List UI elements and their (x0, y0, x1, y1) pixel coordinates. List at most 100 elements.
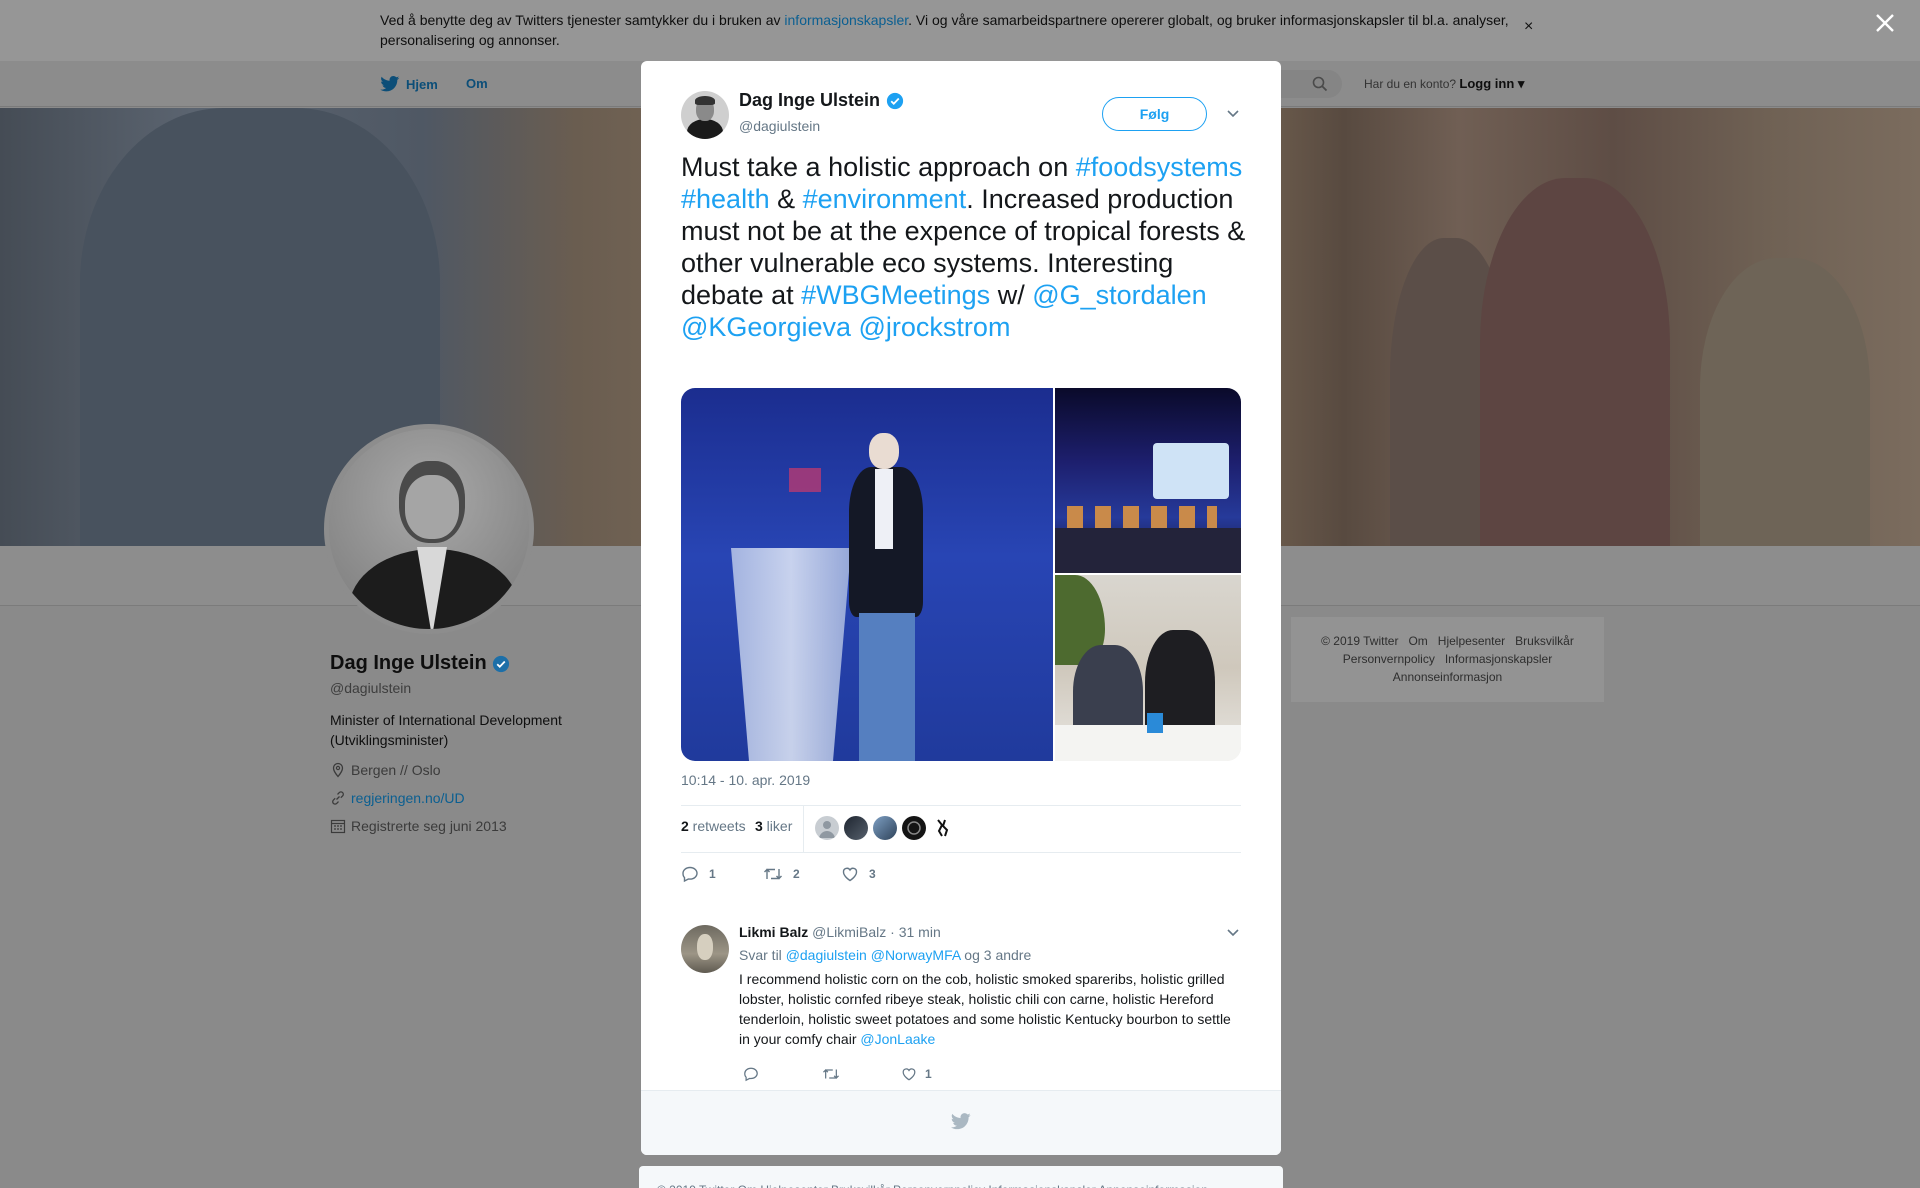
tweet-timestamp[interactable]: 10:14 - 10. apr. 2019 (681, 772, 810, 788)
reply-to-mention-dagiulstein[interactable]: @dagiulstein (786, 947, 867, 963)
retweet-icon (764, 868, 782, 880)
chevron-down-icon[interactable] (1226, 928, 1240, 938)
tweet-text-segment: Must take a holistic approach on (681, 152, 1076, 182)
hashtag-environment[interactable]: #environment (803, 184, 967, 214)
reply-to-mention-norwaymfa[interactable]: @NorwayMFA (871, 947, 961, 963)
cookie-text-before: Ved å benytte deg av Twitters tjenester … (380, 12, 785, 28)
retweets-count: 2 (681, 818, 689, 834)
page-bottom-footer: © 2019 Twitter Om Hjelpesenter Bruksvilk… (639, 1166, 1283, 1188)
liker-avatar[interactable] (873, 816, 897, 840)
profile-location-label: Bergen // Oslo (351, 762, 441, 778)
tweet-stats: 2 retweets 3 liker (681, 805, 1241, 853)
profile-location: Bergen // Oslo (330, 762, 441, 778)
like-button[interactable]: 3 (841, 865, 876, 883)
footer-link-cookies[interactable]: Informasjonskapsler (1445, 652, 1552, 666)
tweet-modal: Dag Inge Ulstein @dagiulstein Følg Must … (641, 61, 1281, 1155)
tweet-author-name-label: Dag Inge Ulstein (739, 90, 881, 110)
reply-to-suffix[interactable]: og 3 andre (960, 947, 1031, 963)
tweet-photo-panel[interactable] (1055, 388, 1241, 573)
profile-website-link[interactable]: regjeringen.no/UD (351, 790, 465, 806)
reply-author-handle[interactable]: @LikmiBalz (812, 924, 886, 940)
reply-button[interactable]: 1 (681, 865, 716, 883)
reply-to-prefix: Svar til (739, 947, 786, 963)
mention-jrockstrom[interactable]: @jrockstrom (859, 312, 1011, 342)
cookie-close-button[interactable]: × (1524, 18, 1533, 36)
banner-figure (1700, 258, 1870, 546)
tweet-actions: 1 2 3 (681, 861, 1241, 891)
link-icon (332, 791, 344, 805)
cookie-link[interactable]: informasjonskapsler (784, 12, 908, 28)
reply-author-avatar[interactable] (681, 925, 729, 973)
reply-actions: 1 (739, 1064, 1139, 1086)
twitter-bird-icon (380, 76, 400, 92)
login-link[interactable]: Logg inn ▾ (1459, 76, 1524, 91)
mention-g-stordalen[interactable]: @G_stordalen (1032, 280, 1207, 310)
twitter-bird-icon (951, 1113, 971, 1130)
tweet-author-handle[interactable]: @dagiulstein (739, 118, 820, 134)
reply-retweet-button[interactable] (822, 1066, 840, 1082)
reply-icon (682, 866, 698, 883)
reply-to-line: Svar til @dagiulstein @NorwayMFA og 3 an… (739, 947, 1031, 963)
retweets-label: retweets (688, 818, 746, 834)
reply-time[interactable]: · 31 min (886, 924, 941, 940)
reply-reply-button[interactable] (743, 1066, 759, 1082)
reply-like-button[interactable]: 1 (901, 1066, 932, 1082)
liker-avatar[interactable] (844, 816, 868, 840)
liker-avatar[interactable] (931, 816, 955, 840)
profile-handle[interactable]: @dagiulstein (330, 680, 411, 696)
follow-button[interactable]: Følg (1102, 97, 1207, 131)
login-area: Har du en konto? Logg inn ▾ (1364, 76, 1524, 92)
login-link-label: Logg inn (1459, 76, 1515, 91)
retweet-button[interactable]: 2 (763, 865, 800, 883)
nav-about-link[interactable]: Om (466, 76, 488, 91)
verified-badge-icon (886, 92, 904, 109)
heart-icon (842, 867, 858, 882)
mention-jonlaake[interactable]: @JonLaake (860, 1031, 935, 1047)
hashtag-foodsystems[interactable]: #foodsystems (1076, 152, 1243, 182)
site-footer-box: © 2019 Twitter Om Hjelpesenter Bruksvilkår … (1291, 617, 1604, 702)
tweet-author-name[interactable]: Dag Inge Ulstein (739, 90, 904, 111)
footer-link-terms[interactable]: Bruksvilkår (1515, 634, 1574, 648)
modal-footer (641, 1090, 1281, 1155)
likes-stat[interactable]: 3 liker (755, 818, 792, 834)
footer-link-privacy[interactable]: Personvernpolicy (1343, 652, 1435, 666)
reply-author-name[interactable]: Likmi Balz (739, 924, 808, 940)
tweet-author-avatar[interactable] (681, 91, 729, 139)
tweet-text: Must take a holistic approach on #foodsy… (681, 151, 1246, 343)
stats-divider (803, 806, 804, 852)
retweets-stat[interactable]: 2 retweets (681, 818, 746, 834)
location-icon (332, 762, 344, 778)
liker-avatar[interactable] (902, 816, 926, 840)
like-count: 3 (869, 867, 876, 881)
liker-avatar[interactable] (815, 816, 839, 840)
retweet-icon (823, 1069, 839, 1079)
hashtag-health[interactable]: #health (681, 184, 770, 214)
banner-figure (1480, 178, 1670, 546)
footer-copyright: © 2019 Twitter (1321, 634, 1399, 648)
nav-home-link[interactable]: Hjem (380, 76, 438, 92)
mention-kgeorgieva[interactable]: @KGeorgieva (681, 312, 851, 342)
tweet-photo-meeting[interactable] (1055, 575, 1241, 761)
search-icon[interactable] (1312, 76, 1328, 92)
footer-link-about[interactable]: Om (1408, 634, 1427, 648)
tweet-photo-speaker[interactable] (681, 388, 1053, 761)
close-icon[interactable] (1873, 11, 1897, 35)
reply-text-body: I recommend holistic corn on the cob, ho… (739, 971, 1231, 1047)
heart-icon (902, 1068, 916, 1081)
footer-link-help[interactable]: Hjelpesenter (1438, 634, 1505, 648)
cookie-banner: Ved å benytte deg av Twitters tjenester … (0, 0, 1920, 61)
profile-bio: Minister of International Development (U… (330, 712, 562, 748)
tweet-media-grid (681, 388, 1241, 761)
likes-count: 3 (755, 818, 763, 834)
reply-like-count: 1 (925, 1067, 932, 1081)
reply-count: 1 (709, 867, 716, 881)
reply-text: I recommend holistic corn on the cob, ho… (739, 969, 1244, 1049)
profile-name-label: Dag Inge Ulstein (330, 652, 487, 674)
hashtag-wbgmeetings[interactable]: #WBGMeetings (801, 280, 990, 310)
footer-link-ads-info[interactable]: Annonseinformasjon (1393, 670, 1502, 684)
profile-name[interactable]: Dag Inge Ulstein (330, 652, 510, 675)
chevron-down-icon[interactable] (1226, 109, 1240, 119)
reply-icon (744, 1067, 758, 1082)
profile-avatar[interactable] (324, 424, 534, 634)
reply-header: Likmi Balz @LikmiBalz · 31 min (739, 924, 941, 940)
